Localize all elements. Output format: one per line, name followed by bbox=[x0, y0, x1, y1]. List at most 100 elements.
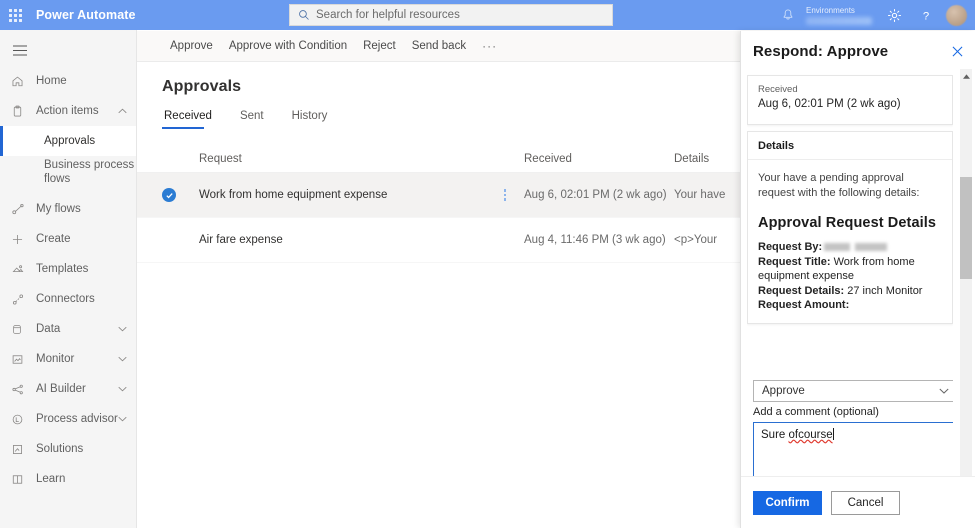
sidebar-item-templates[interactable]: Templates bbox=[0, 254, 136, 284]
confirm-button[interactable]: Confirm bbox=[753, 490, 822, 515]
approve-with-condition-command[interactable]: Approve with Condition bbox=[221, 36, 355, 56]
book-icon bbox=[11, 473, 28, 486]
details-card-header: Details bbox=[748, 132, 952, 160]
sidebar-item-label: Process advisor bbox=[36, 412, 118, 425]
field-request-amount-key: Request Amount: bbox=[758, 299, 850, 311]
sidebar-item-approvals[interactable]: Approvals bbox=[0, 126, 136, 156]
tab-history[interactable]: History bbox=[290, 106, 340, 129]
comment-text-misspelled: ofcourse bbox=[788, 429, 833, 441]
field-request-by: Request By: bbox=[758, 240, 942, 255]
sidebar-item-label: Templates bbox=[36, 262, 89, 275]
sidebar-item-label: Action items bbox=[36, 104, 99, 117]
environment-name bbox=[806, 16, 872, 25]
field-request-details-key: Request Details: bbox=[758, 284, 845, 297]
more-commands-icon[interactable]: ··· bbox=[474, 36, 505, 56]
field-request-amount: Request Amount: bbox=[758, 298, 942, 313]
row-checkbox[interactable] bbox=[162, 188, 199, 202]
sidebar-item-label: Monitor bbox=[36, 352, 75, 365]
panel-scrollbar[interactable] bbox=[960, 69, 972, 501]
sidebar-item-connectors[interactable]: Connectors bbox=[0, 284, 136, 314]
row-more-options-icon[interactable] bbox=[500, 187, 511, 203]
sidebar-item-business-process-flows[interactable]: Business process flows bbox=[0, 156, 136, 194]
sidebar-item-label: Data bbox=[36, 322, 61, 335]
text-caret bbox=[832, 428, 834, 440]
chevron-down-icon[interactable] bbox=[118, 386, 127, 392]
send-back-command[interactable]: Send back bbox=[404, 36, 474, 56]
sidebar-item-label: Home bbox=[36, 74, 67, 87]
sidebar-item-data[interactable]: Data bbox=[0, 314, 136, 344]
sidebar-item-monitor[interactable]: Monitor bbox=[0, 344, 136, 374]
bell-icon[interactable] bbox=[772, 0, 804, 30]
global-search[interactable] bbox=[289, 4, 613, 26]
received-label: Received bbox=[758, 84, 798, 95]
database-icon bbox=[11, 323, 28, 336]
panel-footer: Confirm Cancel bbox=[741, 476, 975, 528]
received-value: Aug 6, 02:01 PM (2 wk ago) bbox=[758, 98, 901, 110]
hamburger-menu-icon[interactable] bbox=[0, 34, 40, 66]
gear-icon[interactable] bbox=[878, 0, 910, 30]
scrollbar-thumb[interactable] bbox=[960, 177, 972, 279]
column-header-request[interactable]: Request bbox=[199, 153, 524, 165]
row-request-cell: Work from home equipment expense bbox=[199, 187, 524, 203]
plus-icon bbox=[11, 233, 28, 246]
chevron-up-icon[interactable] bbox=[118, 108, 127, 114]
details-card: Details Your have a pending approval req… bbox=[747, 131, 953, 324]
monitor-icon bbox=[11, 353, 28, 366]
response-select[interactable]: Approve bbox=[753, 380, 953, 402]
help-question-icon[interactable]: ? bbox=[910, 0, 942, 30]
row-request-cell: Air fare expense bbox=[199, 234, 524, 246]
sidebar-item-solutions[interactable]: Solutions bbox=[0, 434, 136, 464]
sidebar-item-create[interactable]: Create bbox=[0, 224, 136, 254]
chevron-down-icon[interactable] bbox=[118, 326, 127, 332]
field-request-title-key: Request Title: bbox=[758, 255, 831, 268]
scroll-up-arrow-icon[interactable] bbox=[960, 69, 972, 83]
sidebar-item-action-items[interactable]: Action items bbox=[0, 96, 136, 126]
sidebar-item-process-advisor[interactable]: Process advisor bbox=[0, 404, 136, 434]
sidebar-item-label: My flows bbox=[36, 202, 81, 215]
sidebar-item-learn[interactable]: Learn bbox=[0, 464, 136, 494]
field-request-title: Request Title: Work from home equipment … bbox=[758, 255, 942, 284]
search-input[interactable] bbox=[316, 9, 604, 21]
user-avatar[interactable] bbox=[946, 4, 967, 26]
sidebar-item-my-flows[interactable]: My flows bbox=[0, 194, 136, 224]
sidebar-item-home[interactable]: Home bbox=[0, 66, 136, 96]
comment-label: Add a comment (optional) bbox=[753, 406, 879, 418]
tab-received[interactable]: Received bbox=[162, 106, 224, 129]
brand-title: Power Automate bbox=[36, 8, 136, 22]
reject-command[interactable]: Reject bbox=[355, 36, 404, 56]
power-automate-app: Power Automate Environments bbox=[0, 0, 975, 528]
tab-sent[interactable]: Sent bbox=[238, 106, 276, 129]
connectors-icon bbox=[11, 293, 28, 306]
field-request-by-key: Request By: bbox=[758, 241, 823, 253]
ai-builder-icon bbox=[11, 383, 28, 396]
approve-command[interactable]: Approve bbox=[162, 36, 221, 56]
sidebar-item-label: Connectors bbox=[36, 292, 95, 305]
details-intro-text: Your have a pending approval request wit… bbox=[758, 172, 920, 199]
solutions-icon bbox=[11, 443, 28, 456]
sidebar-item-label: Solutions bbox=[36, 442, 84, 455]
row-received-cell: Aug 4, 11:46 PM (3 wk ago) bbox=[524, 234, 666, 246]
checkmark-icon bbox=[162, 188, 176, 202]
sidebar-item-label: Create bbox=[36, 232, 71, 245]
cancel-button[interactable]: Cancel bbox=[831, 490, 900, 515]
field-request-details-value: 27 inch Monitor bbox=[847, 284, 923, 297]
home-icon bbox=[11, 75, 28, 88]
svg-text:?: ? bbox=[923, 10, 929, 22]
column-header-received[interactable]: Received bbox=[524, 153, 674, 165]
sidebar-item-ai-builder[interactable]: AI Builder bbox=[0, 374, 136, 404]
sidebar-item-label: Approvals bbox=[44, 134, 96, 147]
comment-text-prefix: Sure bbox=[761, 429, 789, 441]
app-header: Power Automate Environments bbox=[0, 0, 975, 30]
header-actions: Environments ? bbox=[772, 0, 975, 30]
flow-icon bbox=[11, 203, 28, 216]
chevron-down-icon[interactable] bbox=[118, 416, 127, 422]
chevron-down-icon[interactable] bbox=[118, 356, 127, 362]
row-request-text: Air fare expense bbox=[199, 234, 283, 246]
panel-title: Respond: Approve bbox=[753, 43, 889, 60]
approval-request-details-heading: Approval Request Details bbox=[758, 215, 937, 231]
comment-input[interactable]: Sure ofcourse bbox=[753, 422, 953, 476]
environment-selector[interactable]: Environments bbox=[804, 0, 878, 30]
sidebar-item-label: Business process flows bbox=[44, 159, 135, 185]
app-launcher-icon[interactable] bbox=[0, 0, 30, 30]
close-icon[interactable] bbox=[952, 46, 963, 57]
